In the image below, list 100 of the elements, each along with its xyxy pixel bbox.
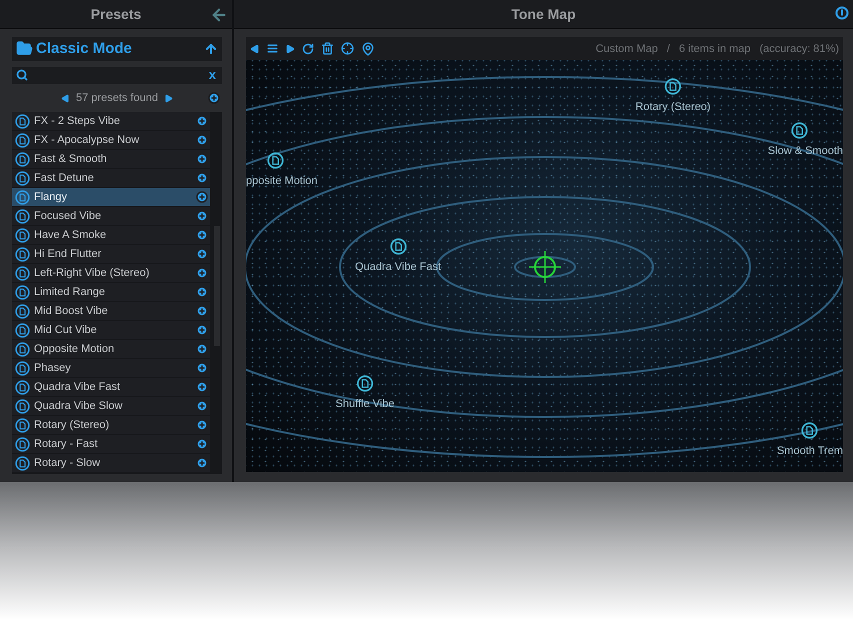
- preset-name: Hi End Flutter: [34, 248, 102, 260]
- document-icon: [15, 114, 30, 128]
- marker-label: pposite Motion: [246, 175, 318, 187]
- preset-marker-icon[interactable]: [267, 152, 284, 169]
- preset-name: Rotary - Slow: [34, 457, 102, 469]
- preset-name: Phasey: [34, 362, 72, 374]
- add-icon[interactable]: [196, 286, 208, 298]
- add-icon[interactable]: [196, 153, 208, 165]
- add-icon[interactable]: [196, 305, 208, 317]
- add-icon[interactable]: [196, 324, 208, 336]
- document-icon: [15, 152, 30, 166]
- document-icon: [15, 360, 30, 376]
- preset-marker-icon[interactable]: [356, 375, 374, 392]
- preset-name: Quadra Vibe Slow: [34, 400, 124, 412]
- preset-name: Rotary - Fast: [34, 438, 99, 450]
- search-icon: [16, 69, 28, 82]
- preset-item[interactable]: Fast & Smooth: [12, 150, 210, 168]
- preset-item[interactable]: Flangy: [12, 188, 210, 206]
- document-icon: [15, 266, 30, 280]
- preset-item[interactable]: Limited Range: [12, 283, 210, 301]
- preset-item[interactable]: FX - Apocalypse Now: [12, 131, 210, 149]
- document-icon: [15, 418, 30, 432]
- preset-name: Quadra Vibe Fast: [34, 381, 122, 393]
- folder-icon: [16, 40, 33, 58]
- previous-icon[interactable]: [250, 44, 260, 54]
- marker-label: Shuffle Vibe: [336, 398, 394, 410]
- preset-item[interactable]: Have A Smoke: [12, 226, 210, 244]
- next-icon[interactable]: [285, 44, 295, 54]
- preset-name: Left-Right Vibe (Stereo): [34, 267, 150, 279]
- preset-name: FX - Apocalypse Now: [34, 134, 140, 146]
- panel-title: Tone Map: [511, 6, 576, 22]
- preset-item[interactable]: Rotary - Fast: [12, 435, 210, 453]
- preset-marker-icon[interactable]: [390, 238, 406, 255]
- preset-item[interactable]: Quadra Vibe Slow: [12, 397, 210, 415]
- add-icon[interactable]: [196, 115, 208, 127]
- preset-item[interactable]: Rotary - Slow: [12, 454, 210, 472]
- preset-item[interactable]: Rotary (Stereo): [12, 416, 210, 434]
- preset-item[interactable]: Phasey: [12, 359, 210, 377]
- preset-name: Mid Boost Vibe: [34, 305, 109, 317]
- document-icon: [15, 208, 30, 224]
- list-icon[interactable]: [267, 43, 278, 54]
- document-icon: [15, 246, 30, 262]
- add-icon[interactable]: [196, 210, 208, 222]
- add-icon[interactable]: [196, 438, 208, 450]
- marker-label: Rotary (Stereo): [635, 101, 711, 113]
- document-icon: [15, 456, 30, 470]
- map-pin-icon[interactable]: [361, 42, 375, 56]
- add-icon[interactable]: [196, 229, 208, 241]
- document-icon: [15, 380, 30, 394]
- preset-item[interactable]: FX - 2 Steps Vibe: [12, 112, 210, 130]
- add-icon[interactable]: [196, 267, 208, 279]
- document-icon: [15, 436, 30, 452]
- map-name: Custom Map: [596, 42, 658, 54]
- preset-item[interactable]: Hi End Flutter: [12, 245, 210, 263]
- document-icon: [15, 228, 30, 242]
- preset-name: Mid Cut Vibe: [34, 324, 98, 336]
- document-icon: [15, 132, 30, 148]
- document-icon: [15, 170, 30, 186]
- document-icon: [15, 304, 30, 318]
- trash-icon[interactable]: [321, 42, 334, 55]
- add-icon[interactable]: [196, 343, 208, 355]
- add-icon[interactable]: [196, 362, 208, 374]
- preset-name: Fast & Smooth: [34, 153, 108, 165]
- marker-label: Smooth Trem: [776, 445, 843, 457]
- crosshair-icon[interactable]: [341, 42, 354, 55]
- add-icon[interactable]: [196, 248, 208, 260]
- preset-marker-icon[interactable]: [801, 422, 818, 439]
- ring-icon[interactable]: [835, 6, 849, 20]
- clear-button[interactable]: x: [206, 68, 218, 82]
- preset-item[interactable]: Left-Right Vibe (Stereo): [12, 264, 210, 282]
- document-icon: [15, 190, 30, 204]
- add-icon[interactable]: [196, 134, 208, 146]
- refresh-icon[interactable]: [302, 42, 314, 54]
- marker-label: Slow & Smooth: [768, 145, 843, 157]
- item-count: 6 items in map: [678, 42, 751, 54]
- preset-item[interactable]: Opposite Motion: [12, 340, 210, 358]
- preset-item[interactable]: Mid Boost Vibe: [12, 302, 210, 320]
- document-icon: [15, 284, 30, 300]
- add-icon[interactable]: [196, 191, 208, 203]
- add-icon[interactable]: [208, 92, 220, 104]
- previous-icon[interactable]: [61, 94, 70, 103]
- add-icon[interactable]: [196, 457, 208, 469]
- preset-item[interactable]: Mid Cut Vibe: [12, 321, 210, 339]
- search-field[interactable]: x: [12, 66, 222, 84]
- preset-item[interactable]: Fast Detune: [12, 169, 210, 187]
- next-icon[interactable]: [164, 94, 173, 103]
- crosshair-icon[interactable]: [528, 250, 562, 284]
- accuracy-text: (accuracy: 81%): [760, 42, 839, 54]
- preset-item[interactable]: Quadra Vibe Fast: [12, 378, 210, 396]
- document-icon: [15, 342, 30, 356]
- preset-marker-icon[interactable]: [791, 122, 808, 139]
- add-icon[interactable]: [196, 419, 208, 431]
- add-icon[interactable]: [196, 381, 208, 393]
- preset-item[interactable]: Focused Vibe: [12, 207, 210, 225]
- preset-marker-icon[interactable]: [664, 78, 682, 95]
- preset-name: Opposite Motion: [34, 343, 116, 355]
- preset-name: Have A Smoke: [34, 229, 108, 241]
- add-icon[interactable]: [196, 172, 208, 184]
- preset-name: FX - 2 Steps Vibe: [34, 115, 122, 127]
- add-icon[interactable]: [196, 400, 208, 412]
